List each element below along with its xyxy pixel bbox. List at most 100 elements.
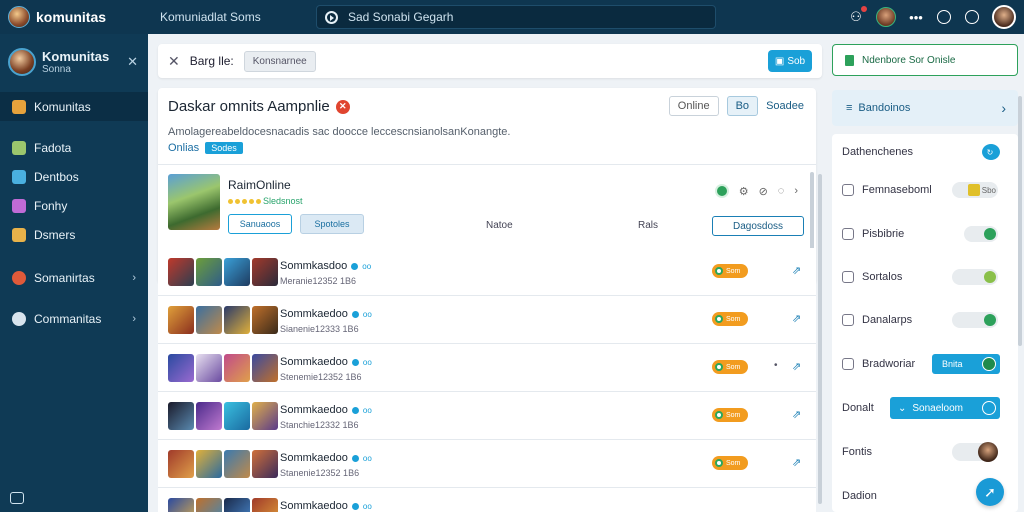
column-header-a: Natoe (486, 220, 513, 231)
game-thumbs (168, 258, 278, 286)
setting-row: Pisbibrie (832, 222, 1018, 246)
sidebar-item-komunitas[interactable]: Komunitas (0, 92, 148, 121)
app-title: Komuniadlat Soms (160, 10, 261, 24)
right-panel-scrollbar[interactable] (1018, 96, 1022, 346)
game-thumbnail[interactable] (168, 174, 220, 230)
game-rating: Sledsnost (228, 196, 303, 206)
search-bar[interactable]: Sad Sonabi Gegarh (316, 5, 716, 29)
user-avatar[interactable] (992, 5, 1016, 29)
sidebar-item-fonhy[interactable]: Fonhy (0, 191, 148, 220)
link-icon[interactable]: ⊘ (759, 185, 768, 198)
game-thumb (168, 258, 194, 286)
pin-icon[interactable]: ⇗ (792, 360, 801, 373)
row-name-text: Sommkaedoo (280, 404, 348, 416)
game-thumb (168, 450, 194, 478)
verified-icon (351, 454, 359, 462)
game-thumb (252, 258, 278, 286)
game-thumbs (168, 402, 278, 430)
tab-link[interactable]: Soadee (766, 100, 804, 112)
status-pill[interactable]: Som (712, 360, 748, 374)
row-name-text: Sommkasdoo (280, 260, 348, 272)
status-pill[interactable]: Som (712, 456, 748, 470)
compose-button[interactable]: ➚ (976, 478, 1004, 506)
tab-online[interactable]: Online (668, 96, 719, 116)
close-icon[interactable]: ✕ (127, 54, 138, 70)
setting-toggle[interactable]: Sbo (952, 182, 998, 198)
sidebar-item-dsmers[interactable]: Dsmers (0, 220, 148, 249)
pin-icon[interactable]: ⇗ (792, 312, 801, 325)
tab-bo[interactable]: Bo (726, 96, 759, 116)
secondary-action-button[interactable]: Spotoles (300, 214, 364, 234)
list-item[interactable]: Sommkaedoo oo (158, 488, 816, 512)
column-header-b: Rals (638, 220, 659, 231)
status-pill[interactable]: Som (712, 408, 748, 422)
section-header-label: Bandoinos (858, 102, 911, 114)
setting-row: Fontis (832, 440, 1018, 464)
notification-icon[interactable]: ⚇ (848, 6, 867, 25)
sidebar-item-dentbos[interactable]: Dentbos (0, 162, 148, 191)
gear-icon[interactable]: ⚙ (739, 185, 749, 198)
setting-toggle[interactable] (964, 226, 998, 242)
card-title-text: Daskar omnits Aampnlie (168, 98, 330, 115)
game-thumb (168, 306, 194, 334)
setting-row: Dathenchenes ↻ (832, 140, 1018, 164)
list-item[interactable]: Sommkaedoo oo Sianenie12333 1B6 Som ⇗ (158, 296, 816, 344)
settings-icon[interactable] (10, 492, 24, 504)
list-icon: ≡ (846, 102, 853, 114)
game-thumbs (168, 450, 278, 478)
chevron-down-icon: ⌄ (898, 402, 907, 414)
section-header[interactable]: ≡ Bandoinos › (832, 90, 1018, 126)
setting-toggle[interactable] (952, 269, 998, 285)
community-avatar (8, 48, 36, 76)
game-thumbs (168, 354, 278, 382)
meta-chip[interactable]: Sodes (205, 142, 243, 154)
list-item[interactable]: Sommkaedoo oo Stanenie12352 1B6 Som ⇗ (158, 440, 816, 488)
setting-row: Danalarps (832, 308, 1018, 332)
main-scrollbar[interactable] (818, 174, 822, 504)
friend-avatar[interactable] (876, 7, 896, 27)
list-item[interactable]: Sommkaedoo oo Stanchie12332 1B6 Som ⇗ (158, 392, 816, 440)
outlined-button[interactable]: Dagosdoss (712, 216, 804, 236)
brand[interactable]: komunitas (0, 6, 148, 28)
pin-icon[interactable]: ⇗ (792, 456, 801, 469)
game-icon (12, 227, 26, 242)
sidebar-item-label: Fonhy (34, 198, 68, 213)
sidebar-item-commanitas[interactable]: Commanitas › (0, 304, 148, 333)
close-badge-icon[interactable]: ✕ (335, 99, 350, 114)
avatar-toggle[interactable] (952, 442, 998, 462)
primary-action-button[interactable]: Sanuaoos (228, 214, 292, 234)
setting-label: Dadion (842, 490, 877, 502)
tag-icon[interactable]: ◌ (778, 185, 785, 197)
toggle-text: Sbo (981, 185, 996, 195)
toggle-knob (984, 314, 996, 326)
game-thumb (224, 450, 250, 478)
list-item[interactable]: Sommkaedoo oo Stenemie12352 1B6 Som • ⇗ (158, 344, 816, 392)
setting-select[interactable]: Bnita (932, 354, 1000, 374)
setting-toggle[interactable] (952, 312, 998, 328)
pin-icon[interactable]: ⇗ (792, 264, 801, 277)
status-dot (715, 459, 723, 467)
chevron-right-icon[interactable]: › (794, 185, 798, 197)
more-icon[interactable]: ••• (908, 9, 924, 25)
row-name-text: Sommkaedoo (280, 308, 348, 320)
community-icon (12, 99, 26, 114)
dropdown-select[interactable]: ⌄ Sonaeloom (890, 397, 1000, 419)
pin-icon[interactable]: ⇗ (792, 408, 801, 421)
chat-icon[interactable] (936, 9, 952, 25)
refresh-icon[interactable]: ↻ (982, 144, 1000, 160)
card-tabs: Online Bo Soadee (668, 96, 804, 116)
game-thumb (196, 498, 222, 512)
sidebar-item-label: Somanirtas (34, 270, 95, 285)
info-icon[interactable] (964, 9, 980, 25)
sidebar-item-fadota[interactable]: Fadota (0, 133, 148, 162)
submit-button[interactable]: ▣ Sob (768, 50, 812, 72)
game-thumb (168, 498, 194, 512)
sidebar-item-somanirtas[interactable]: Somanirtas › (0, 263, 148, 292)
status-pill[interactable]: Som (712, 312, 748, 326)
breadcrumb-chip[interactable]: Konsnarnee (243, 50, 316, 72)
close-icon[interactable]: ✕ (168, 53, 180, 70)
list-item[interactable]: Sommkasdoo oo Meranie12352 1B6 Som ⇗ (158, 248, 816, 296)
pill-text: Som (726, 411, 741, 419)
status-pill[interactable]: Som (712, 264, 748, 278)
online-status-button[interactable]: Ndenbore Sor Onisle (832, 44, 1018, 76)
